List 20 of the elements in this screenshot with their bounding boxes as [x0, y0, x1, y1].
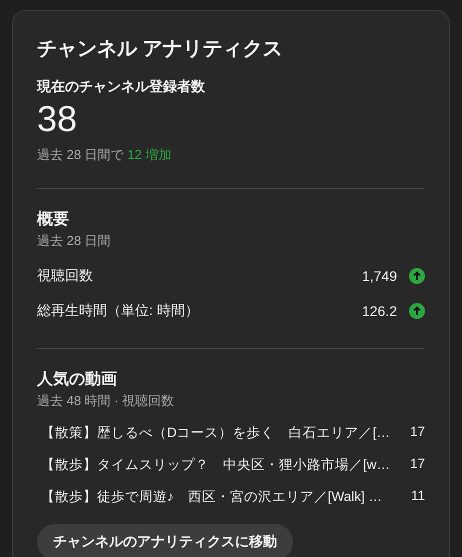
video-title[interactable]: 【散歩】タイムスリップ？ 中央区・狸小路市場／[w… — [41, 456, 410, 474]
video-title[interactable]: 【散歩】徒歩で周遊♪ 西区・宮の沢エリア／[Walk] … — [41, 488, 411, 506]
video-views: 17 — [410, 424, 425, 441]
change-period: 過去 28 日間で — [37, 147, 124, 162]
video-views: 11 — [410, 488, 425, 505]
subscribers-label: 現在のチャンネル登録者数 — [37, 78, 206, 96]
section-heading: 概要 — [37, 210, 70, 230]
section-period: 過去 48 時間 · 視聴回数 — [37, 392, 176, 410]
metric-value: 1,749 — [362, 268, 397, 284]
section-period: 過去 28 日間 — [37, 232, 112, 250]
section-heading: 人気の動画 — [37, 370, 118, 390]
video-title[interactable]: 【散策】歴しるべ（Dコース）を歩く 白石エリア／[… — [41, 424, 410, 442]
metric-label: 視聴回数 — [37, 267, 94, 285]
card-title: チャンネル アナリティクス — [37, 37, 284, 62]
analytics-button[interactable]: チャンネルのアナリティクスに移動 — [37, 524, 293, 557]
video-views: 17 — [410, 456, 425, 473]
subscriber-count: 38 — [37, 98, 78, 140]
metric-label: 総再生時間（単位: 時間） — [37, 302, 200, 320]
subscriber-change: 12 増加 — [127, 147, 172, 162]
metric-value: 126.2 — [362, 303, 397, 319]
